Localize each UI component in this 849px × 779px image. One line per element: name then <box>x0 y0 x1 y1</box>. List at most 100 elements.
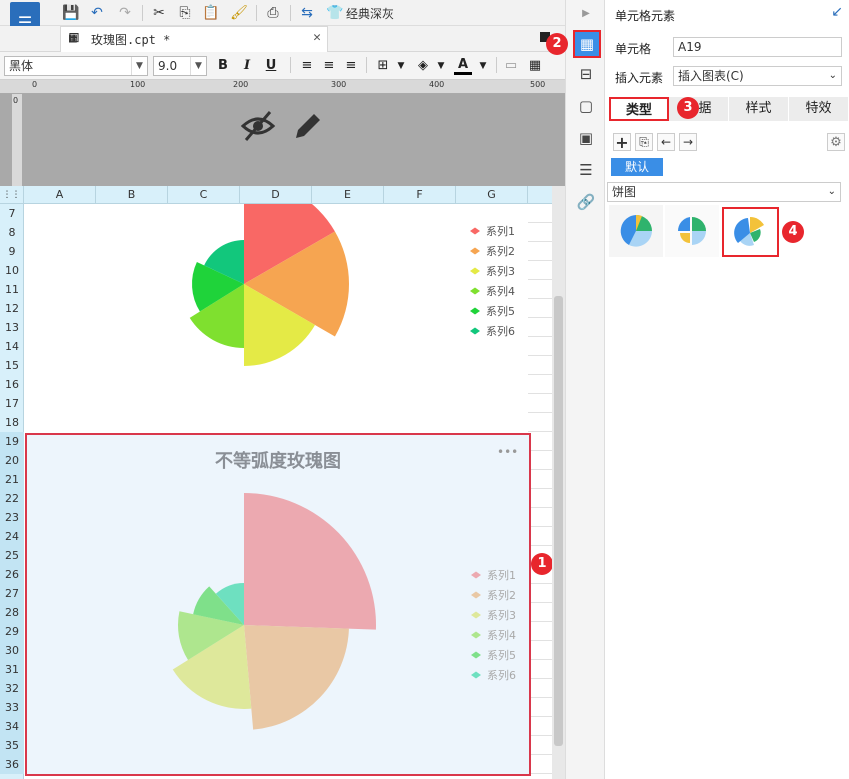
rose-pie-style[interactable] <box>722 207 779 257</box>
align-left-icon[interactable]: ≡ <box>298 57 316 75</box>
cell-element-icon[interactable]: ▦ <box>573 30 601 58</box>
row-number[interactable]: 32 <box>0 679 24 698</box>
tab-effects[interactable]: 特效 <box>789 97 849 121</box>
move-left-icon[interactable]: ← <box>657 133 675 151</box>
float-element-icon[interactable]: ▢ <box>576 96 596 116</box>
format-brush-icon[interactable]: 🖌 <box>230 4 248 22</box>
column-f[interactable]: F <box>384 186 456 204</box>
redo-icon[interactable]: ↷ <box>116 4 134 22</box>
underline-button[interactable]: U <box>262 57 280 75</box>
row-number[interactable]: 34 <box>0 717 24 736</box>
condition-attribute-icon[interactable]: ☰ <box>576 160 596 180</box>
save-icon[interactable]: 💾 <box>62 4 80 22</box>
theme-label[interactable]: 经典深灰 <box>346 5 394 22</box>
chart-type-select[interactable]: 饼图 ⌄ <box>607 182 841 202</box>
insert-element-select[interactable]: 插入图表(C) ⌄ <box>673 66 842 86</box>
row-number[interactable]: 31 <box>0 660 24 679</box>
row-number[interactable]: 25 <box>0 546 24 565</box>
column-d[interactable]: D <box>240 186 312 204</box>
bold-button[interactable]: B <box>214 57 232 75</box>
row-number[interactable]: 17 <box>0 397 24 410</box>
close-tab-icon[interactable]: ✕ <box>313 30 321 45</box>
select-all-icon[interactable]: ⋮⋮ <box>0 186 24 204</box>
chevron-down-icon[interactable]: ▼ <box>432 57 450 75</box>
merge-cells-icon[interactable]: ▭ <box>502 57 520 75</box>
row-number[interactable]: 12 <box>0 302 24 315</box>
row-number[interactable]: 21 <box>0 470 24 489</box>
row-number[interactable]: 22 <box>0 489 24 508</box>
row-number[interactable]: 26 <box>0 565 24 584</box>
vertical-scrollbar[interactable] <box>552 186 565 779</box>
font-color-button[interactable]: A <box>454 57 472 75</box>
preview-icon[interactable]: ⎙ <box>264 4 282 22</box>
undo-icon[interactable]: ↶ <box>88 4 106 22</box>
copy-icon[interactable]: ⎘ <box>176 4 194 22</box>
pie-style-1[interactable] <box>609 205 663 257</box>
hyperlink-icon[interactable]: 🔗 <box>576 192 596 212</box>
chevron-down-icon[interactable]: ▼ <box>392 57 410 75</box>
tab-type[interactable]: 类型 <box>609 97 669 121</box>
align-right-icon[interactable]: ≡ <box>342 57 360 75</box>
row-number[interactable]: 27 <box>0 584 24 603</box>
row-number[interactable]: 7 <box>0 207 24 220</box>
pin-icon[interactable]: ↙ <box>831 4 843 20</box>
row-number[interactable]: 19 <box>0 432 24 451</box>
row-number[interactable]: 15 <box>0 359 24 372</box>
edit-pencil-icon[interactable] <box>292 108 324 142</box>
copy-series-icon[interactable]: ⎘ <box>635 133 653 151</box>
paste-icon[interactable]: 📋 <box>202 4 220 22</box>
fill-color-icon[interactable]: ◈ <box>414 57 432 75</box>
scrollbar-thumb[interactable] <box>554 296 563 746</box>
cell-attribute-icon[interactable]: ⊟ <box>576 64 596 84</box>
column-e[interactable]: E <box>312 186 384 204</box>
row-number[interactable]: 18 <box>0 416 24 429</box>
settings-gear-icon[interactable]: ⚙ <box>827 133 845 151</box>
theme-icon[interactable]: 👕 <box>326 4 344 22</box>
font-family-select[interactable]: 黑体 ▼ <box>4 56 148 76</box>
hide-icon[interactable] <box>240 108 276 144</box>
legend-item: 系列1 <box>486 224 515 238</box>
row-number[interactable]: 11 <box>0 283 24 296</box>
align-center-icon[interactable]: ≡ <box>320 57 338 75</box>
row-number[interactable]: 24 <box>0 527 24 546</box>
italic-button[interactable]: I <box>238 57 256 75</box>
document-tab[interactable]: ▦ 玫瑰图.cpt * ✕ <box>60 26 328 52</box>
row-number[interactable]: 13 <box>0 321 24 334</box>
row-number[interactable]: 23 <box>0 508 24 527</box>
move-right-icon[interactable]: → <box>679 133 697 151</box>
grid-view-icon[interactable]: ⊞ <box>68 30 80 46</box>
row-number[interactable]: 29 <box>0 622 24 641</box>
chevron-down-icon[interactable]: ▼ <box>474 57 492 75</box>
font-size-select[interactable]: 9.0 ▼ <box>153 56 207 76</box>
column-c[interactable]: C <box>168 186 240 204</box>
column-b[interactable]: B <box>96 186 168 204</box>
border-icon[interactable]: ⊞ <box>374 57 392 75</box>
column-a[interactable]: A <box>24 186 96 204</box>
tab-style[interactable]: 样式 <box>729 97 789 121</box>
default-series-tag[interactable]: 默认 <box>611 158 663 176</box>
table-icon[interactable]: ▦ <box>526 57 544 75</box>
row-number[interactable]: 10 <box>0 264 24 277</box>
row-number[interactable]: 16 <box>0 378 24 391</box>
row-number[interactable]: 35 <box>0 736 24 755</box>
row-number[interactable]: 30 <box>0 641 24 660</box>
row-number[interactable]: 36 <box>0 755 24 774</box>
right-icon-bar: ▶ ▦ ⊟ ▢ ▣ ☰ 🔗 <box>565 0 605 779</box>
collapse-arrow-icon[interactable]: ▶ <box>576 3 596 23</box>
row-number[interactable]: 28 <box>0 603 24 622</box>
cell-field[interactable]: A19 <box>673 37 842 57</box>
switch-icon[interactable]: ⇆ <box>298 4 316 22</box>
rose-chart-2[interactable]: 不等弧度玫瑰图 ••• 系列1 系列2 系列3 系列4 系列5 系列6 <box>25 433 531 776</box>
row-number[interactable]: 33 <box>0 698 24 717</box>
row-number[interactable]: 20 <box>0 451 24 470</box>
add-icon[interactable]: + <box>613 133 631 152</box>
row-number[interactable]: 14 <box>0 340 24 353</box>
row-number[interactable]: 8 <box>0 226 24 239</box>
rose-chart-1[interactable]: 系列1 系列2 系列3 系列4 系列5 系列6 <box>24 204 528 432</box>
widget-icon[interactable]: ▣ <box>576 128 596 148</box>
pie-style-2[interactable] <box>665 205 719 257</box>
cut-icon[interactable]: ✂ <box>150 4 168 22</box>
column-g[interactable]: G <box>456 186 528 204</box>
legend-marker <box>471 611 481 619</box>
row-number[interactable]: 9 <box>0 245 24 258</box>
